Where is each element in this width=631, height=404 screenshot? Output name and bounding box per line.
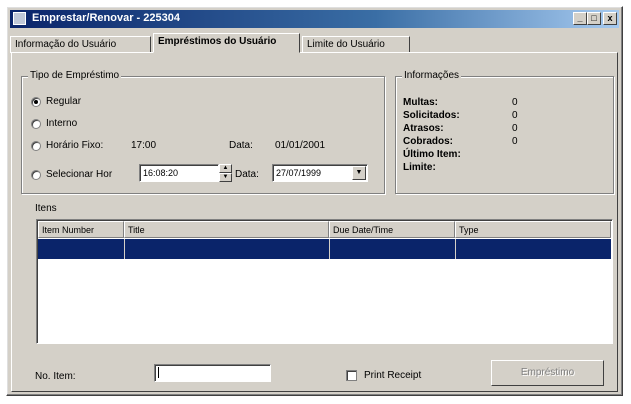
cobrados-label: Cobrados:	[403, 136, 453, 147]
column-header-label: Type	[459, 225, 479, 235]
column-header-item-number[interactable]: Item Number	[38, 221, 124, 238]
tab-label: Limite do Usuário	[307, 39, 385, 50]
column-header-label: Due Date/Time	[333, 225, 394, 235]
print-receipt-checkbox[interactable]	[346, 370, 357, 381]
selecionar-horario-label: Selecionar Hor	[46, 169, 113, 180]
tab-limite-usuario[interactable]: Limite do Usuário	[302, 36, 410, 53]
minimize-button[interactable]: _	[573, 12, 587, 25]
title-bar[interactable]: Emprestar/Renovar - 225304 _ □ x	[10, 10, 619, 28]
solicitados-label: Solicitados:	[403, 110, 460, 121]
column-header-type[interactable]: Type	[455, 221, 611, 238]
time-input[interactable]: 16:08:20	[139, 164, 219, 182]
column-header-due-date[interactable]: Due Date/Time	[329, 221, 455, 238]
print-receipt-label: Print Receipt	[364, 370, 422, 381]
tab-informacao-usuario[interactable]: Informação do Usuário	[10, 36, 151, 53]
cell-divider	[455, 239, 456, 259]
emprestimo-button-label: Empréstimo	[520, 367, 575, 378]
cobrados-value: 0	[512, 136, 518, 147]
atrasos-value: 0	[512, 123, 518, 134]
itens-label: Itens	[35, 203, 57, 214]
cell-divider	[329, 239, 330, 259]
window: Emprestar/Renovar - 225304 _ □ x Informa…	[6, 6, 623, 396]
maximize-button[interactable]: □	[587, 12, 601, 25]
multas-value: 0	[512, 97, 518, 108]
items-grid[interactable]: Item Number Title Due Date/Time Type	[36, 219, 613, 344]
no-item-label: No. Item:	[35, 371, 76, 382]
text-cursor	[158, 367, 159, 378]
ultimo-item-label: Último Item:	[403, 149, 461, 160]
data-fixed-value: 01/01/2001	[275, 140, 326, 151]
horario-fixo-value: 17:00	[131, 140, 157, 151]
close-button[interactable]: x	[603, 12, 617, 25]
radio-interno-label: Interno	[46, 118, 78, 129]
column-header-title[interactable]: Title	[124, 221, 329, 238]
group-label: Tipo de Empréstimo	[28, 70, 122, 81]
tab-emprestimos-usuario[interactable]: Empréstimos do Usuário	[153, 33, 300, 53]
emprestimo-button[interactable]: Empréstimo	[491, 360, 604, 386]
arrow-up-icon: ▲	[222, 165, 229, 171]
arrow-down-icon: ▼	[222, 174, 229, 180]
time-spin-up[interactable]: ▲	[219, 164, 232, 173]
time-spin-down[interactable]: ▼	[219, 173, 232, 182]
tab-label: Informação do Usuário	[15, 39, 117, 50]
tab-label: Empréstimos do Usuário	[158, 36, 277, 47]
data-label: Data:	[229, 140, 253, 151]
column-header-label: Item Number	[42, 225, 95, 235]
radio-horario-fixo[interactable]	[31, 141, 41, 151]
solicitados-value: 0	[512, 110, 518, 121]
limite-label: Limite:	[403, 162, 436, 173]
radio-regular[interactable]	[31, 97, 41, 107]
radio-regular-label: Regular	[46, 96, 82, 107]
multas-label: Multas:	[403, 97, 438, 108]
date-dropdown-button[interactable]: ▼	[352, 166, 366, 180]
column-header-label: Title	[128, 225, 145, 235]
no-item-input[interactable]	[154, 364, 271, 382]
informacoes-group: Informações	[395, 70, 614, 194]
horario-fixo-label: Horário Fixo:	[46, 140, 104, 151]
table-row[interactable]	[38, 239, 611, 259]
date-combo-value: 27/07/1999	[276, 168, 322, 178]
atrasos-label: Atrasos:	[403, 123, 444, 134]
time-input-value: 16:08:20	[143, 168, 179, 178]
data-combo-label: Data:	[235, 169, 259, 180]
radio-selecionar-horario[interactable]	[31, 170, 41, 180]
cell-divider	[124, 239, 125, 259]
chevron-down-icon: ▼	[355, 169, 363, 176]
radio-interno[interactable]	[31, 119, 41, 129]
app-icon	[13, 12, 26, 25]
group-label: Informações	[402, 70, 462, 81]
window-title: Emprestar/Renovar - 225304	[32, 12, 180, 24]
